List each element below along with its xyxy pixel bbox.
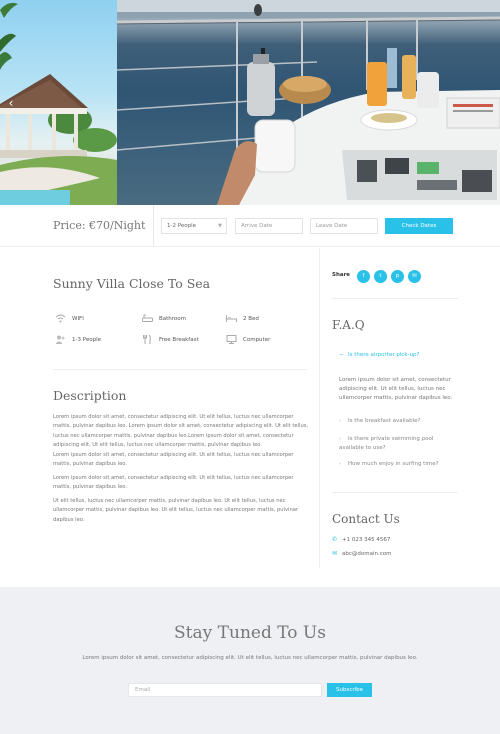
chevron-right-icon: › bbox=[339, 461, 342, 467]
envelope-icon: ✉ bbox=[332, 550, 338, 557]
bathtub-icon bbox=[142, 314, 153, 323]
amenity-label: 2 Bed bbox=[243, 316, 259, 322]
sidebar-divider bbox=[319, 248, 320, 568]
email-address: abc@domain.com bbox=[342, 551, 392, 557]
amenity-label: 1-3 People bbox=[72, 337, 102, 343]
newsletter-text: Lorem ipsum dolor sit amet, consectetur … bbox=[82, 655, 418, 661]
amenity-label: Bathroom bbox=[159, 316, 187, 322]
cutlery-icon bbox=[142, 334, 153, 344]
price-per-night: Price: €70/Night bbox=[53, 219, 146, 232]
subscribe-button[interactable]: Subscribe bbox=[327, 683, 372, 697]
booking-divider bbox=[153, 205, 154, 247]
amenity-item: Free Breakfast bbox=[142, 333, 199, 347]
email-icon[interactable]: ✉ bbox=[408, 270, 421, 283]
facebook-icon[interactable]: f bbox=[357, 270, 370, 283]
description-paragraph: Lorem ipsum dolor sit amet, consectetur … bbox=[53, 475, 294, 491]
faq-heading: F.A.Q bbox=[332, 318, 365, 332]
breakfast-balcony-photo[interactable] bbox=[117, 0, 500, 205]
faq-question-label: Is the breakfast available? bbox=[348, 418, 421, 424]
people-icon bbox=[55, 335, 66, 344]
hero-gallery: ‹ bbox=[0, 0, 500, 205]
villa-gazebo-photo[interactable]: ‹ bbox=[0, 0, 117, 205]
bed-icon bbox=[226, 314, 237, 323]
booking-bar: Price: €70/Night 1-2 People ▼ Arrive Dat… bbox=[0, 205, 500, 247]
check-dates-button[interactable]: Check Dates bbox=[385, 218, 453, 234]
twitter-icon[interactable]: t bbox=[374, 270, 387, 283]
faq-question-active[interactable]: − Is there airporter pick-up? bbox=[339, 351, 419, 360]
guests-select[interactable]: 1-2 People ▼ bbox=[161, 218, 227, 234]
description-paragraph: Lorem ipsum dolor sit amet, consectetur … bbox=[53, 414, 309, 449]
minus-icon: − bbox=[339, 352, 344, 358]
chevron-right-icon: › bbox=[339, 436, 342, 442]
chevron-down-icon: ▼ bbox=[218, 223, 222, 229]
phone-number: +1 023 345 4567 bbox=[342, 537, 391, 543]
faq-question-label: Is there private swimming pool available… bbox=[339, 436, 434, 451]
guests-select-value: 1-2 People bbox=[167, 223, 197, 229]
contact-email[interactable]: ✉ abc@domain.com bbox=[332, 550, 391, 558]
chevron-right-icon: › bbox=[339, 418, 342, 424]
amenity-label: WIFI bbox=[72, 316, 84, 322]
amenity-label: Computer bbox=[243, 337, 271, 343]
section-divider bbox=[53, 369, 307, 370]
listing-title: Sunny Villa Close To Sea bbox=[53, 276, 211, 291]
description-paragraph: Lorem ipsum dolor sit amet, consectetur … bbox=[53, 452, 294, 468]
pinterest-icon[interactable]: p bbox=[391, 270, 404, 283]
computer-icon bbox=[226, 335, 237, 344]
arrive-date-input[interactable]: Arrive Date bbox=[235, 218, 303, 234]
phone-icon: ✆ bbox=[332, 536, 338, 543]
faq-answer: Lorem ipsum dolor sit amet, consectetur … bbox=[339, 377, 453, 401]
amenity-item: Bathroom bbox=[142, 312, 186, 326]
gallery-prev-icon[interactable]: ‹ bbox=[6, 96, 16, 110]
contact-heading: Contact Us bbox=[332, 512, 400, 526]
amenity-item: 2 Bed bbox=[226, 312, 259, 326]
amenity-item: Computer bbox=[226, 333, 270, 347]
contact-phone[interactable]: ✆ +1 023 345 4567 bbox=[332, 536, 390, 544]
description-heading: Description bbox=[53, 388, 127, 403]
faq-question[interactable]: › How much enjoy in surfing time? bbox=[339, 460, 439, 469]
leave-date-input[interactable]: Leave Date bbox=[310, 218, 378, 234]
faq-question-label: How much enjoy in surfing time? bbox=[348, 461, 439, 467]
sidebar-divider-line bbox=[332, 298, 458, 299]
wifi-icon bbox=[55, 314, 66, 323]
amenity-item: 1-3 People bbox=[55, 333, 101, 347]
amenity-label: Free Breakfast bbox=[159, 337, 199, 343]
newsletter-heading: Stay Tuned To Us bbox=[174, 623, 326, 643]
share-label: Share bbox=[332, 272, 351, 278]
amenity-item: WIFI bbox=[55, 312, 84, 326]
faq-question-label: Is there airporter pick-up? bbox=[348, 352, 420, 358]
newsletter-email-input[interactable]: Email bbox=[128, 683, 322, 697]
description-paragraph: Ut elit tellus, luctus nec ullamcorper m… bbox=[53, 498, 299, 523]
faq-question[interactable]: › Is there private swimming pool availabl… bbox=[339, 435, 457, 452]
sidebar-divider-line bbox=[332, 492, 458, 493]
faq-question[interactable]: › Is the breakfast available? bbox=[339, 417, 420, 426]
